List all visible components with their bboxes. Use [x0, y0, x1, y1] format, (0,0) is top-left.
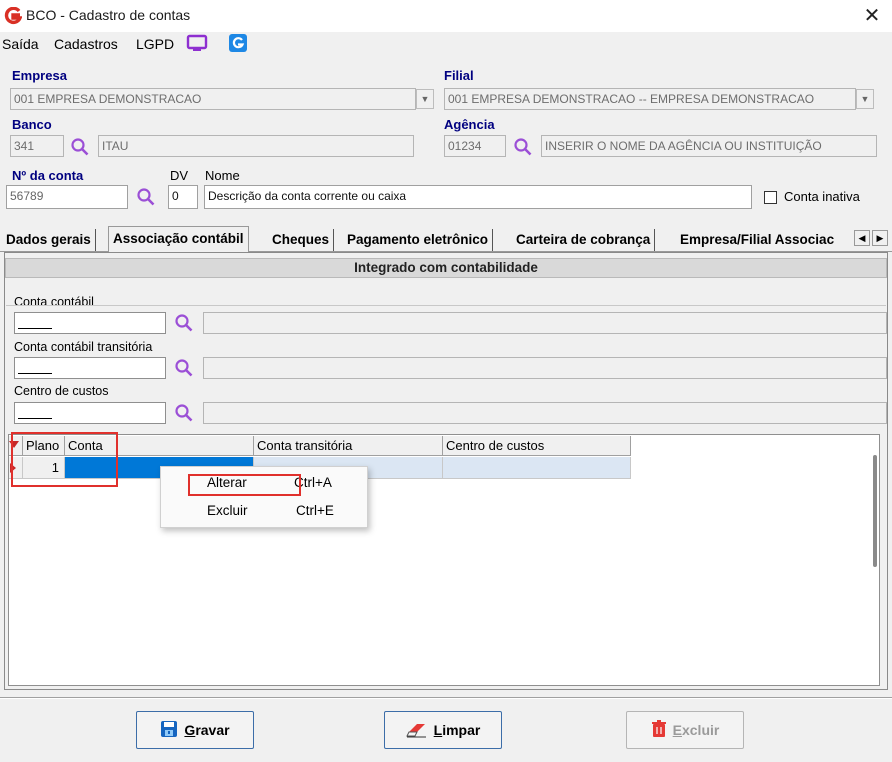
gravar-label: ravar [195, 722, 230, 738]
save-icon [160, 720, 178, 741]
highlight-alterar [188, 474, 301, 496]
tab-pagamento-eletronico[interactable]: Pagamento eletrônico [343, 229, 494, 251]
conta-inativa-label: Conta inativa [784, 189, 860, 204]
grid-scrollbar-thumb[interactable] [873, 455, 877, 567]
agencia-search-icon[interactable] [513, 137, 533, 157]
excluir-mnemonic: E [672, 722, 682, 738]
tab-empresa-filial[interactable]: Empresa/Filial Associac [676, 229, 852, 251]
trash-icon [651, 719, 667, 741]
conta-contabil-input[interactable] [14, 312, 166, 334]
group-header: Integrado com contabilidade [5, 258, 887, 278]
conta-search-icon[interactable] [136, 187, 156, 207]
close-button[interactable]: ✕ [860, 4, 884, 28]
agencia-name-field: INSERIR O NOME DA AGÊNCIA OU INSTITUIÇÃO [541, 135, 877, 157]
gravar-mnemonic: G [184, 722, 196, 738]
excluir-label: xcluir [681, 722, 720, 738]
highlight-plano-conta [11, 432, 118, 487]
centro-custos-label: Centro de custos [14, 384, 109, 398]
banco-search-icon[interactable] [70, 137, 90, 157]
menu-saida[interactable]: Saída [2, 36, 39, 52]
conta-transitoria-label: Conta contábil transitória [14, 340, 153, 354]
filial-dropdown-icon[interactable]: ▼ [856, 89, 874, 109]
divider [6, 305, 886, 306]
empresa-label: Empresa [12, 68, 67, 83]
banco-code-input[interactable]: 341 [10, 135, 64, 157]
agencia-label: Agência [444, 117, 495, 132]
tab-scroll-left-icon[interactable]: ◀ [854, 230, 870, 246]
menu-cadastros[interactable]: Cadastros [54, 36, 118, 52]
limpar-label: impar [442, 722, 481, 738]
context-menu-excluir-shortcut: Ctrl+E [296, 503, 334, 518]
centro-custos-search-icon[interactable] [174, 403, 194, 423]
conta-contabil-search-icon[interactable] [174, 313, 194, 333]
grid-header-conta-transitoria[interactable]: Conta transitória [254, 436, 443, 456]
nome-input[interactable]: Descrição da conta corrente ou caixa [204, 185, 752, 209]
conta-number-input[interactable]: 56789 [6, 185, 128, 209]
centro-custos-input[interactable] [14, 402, 166, 424]
gravar-button[interactable]: Gravar [136, 711, 254, 749]
empresa-select[interactable]: 001 EMPRESA DEMONSTRACAO [10, 88, 416, 110]
filial-select[interactable]: 001 EMPRESA DEMONSTRACAO -- EMPRESA DEMO… [444, 88, 856, 110]
grid-cell-centro-custos[interactable] [443, 457, 631, 479]
monitor-icon[interactable] [186, 34, 208, 54]
conta-label: Nº da conta [12, 168, 84, 183]
conta-contabil-label: Conta contábil [14, 295, 94, 309]
dv-input[interactable]: 0 [168, 185, 198, 209]
agencia-code-input[interactable]: 01234 [444, 135, 506, 157]
banco-name-field: ITAU [98, 135, 414, 157]
limpar-mnemonic: L [433, 722, 443, 738]
conta-contabil-desc [203, 312, 887, 334]
conta-inativa-checkbox[interactable] [764, 191, 777, 204]
banco-label: Banco [12, 117, 52, 132]
empresa-dropdown-icon[interactable]: ▼ [416, 89, 434, 109]
tab-scroll-right-icon[interactable]: ▶ [872, 230, 888, 246]
limpar-button[interactable]: Limpar [384, 711, 502, 749]
tab-associacao-contabil[interactable]: Associação contábil [108, 226, 249, 252]
bottom-separator [0, 697, 892, 699]
grid-header-centro-custos[interactable]: Centro de custos [443, 436, 631, 456]
app-help-icon[interactable] [229, 34, 247, 52]
filial-label: Filial [444, 68, 474, 83]
context-menu-excluir[interactable]: Excluir [207, 503, 248, 518]
dv-label: DV [170, 168, 189, 183]
tab-cheques[interactable]: Cheques [268, 229, 335, 251]
eraser-icon [405, 720, 428, 741]
app-logo-icon [4, 6, 23, 25]
menu-bar [0, 32, 892, 58]
menu-lgpd[interactable]: LGPD [136, 36, 174, 52]
centro-custos-desc [203, 402, 887, 424]
window-title: BCO - Cadastro de contas [26, 7, 191, 23]
excluir-button[interactable]: Excluir [626, 711, 744, 749]
tab-carteira-cobranca[interactable]: Carteira de cobrança [512, 229, 656, 251]
conta-transitoria-input[interactable] [14, 357, 166, 379]
conta-transitoria-desc [203, 357, 887, 379]
tab-dados-gerais[interactable]: Dados gerais [2, 229, 96, 251]
conta-transitoria-search-icon[interactable] [174, 358, 194, 378]
nome-label: Nome [205, 168, 240, 183]
